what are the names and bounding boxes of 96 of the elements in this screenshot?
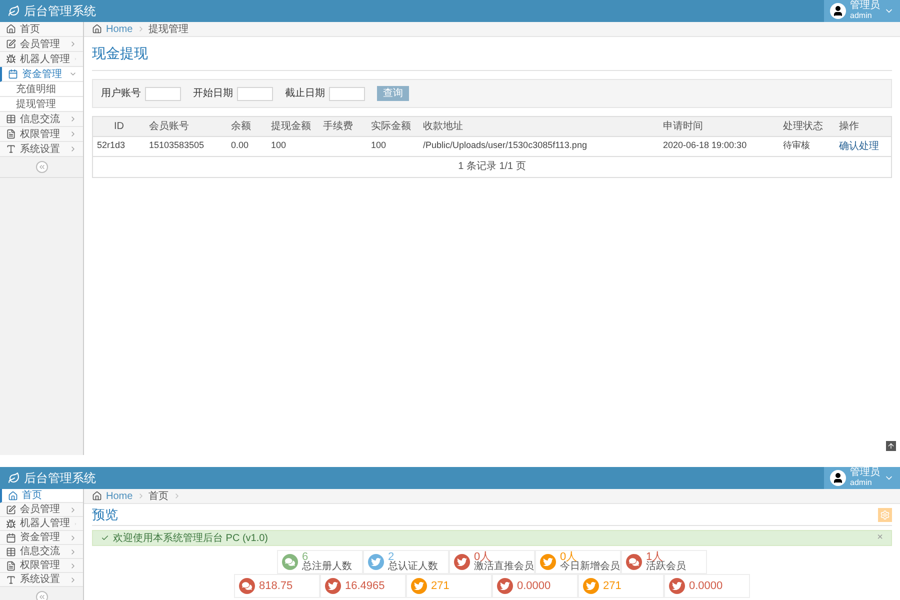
menu-icon	[6, 532, 16, 542]
alert-message: 欢迎使用本系统管理后台 PC (v1.0)	[113, 532, 268, 546]
sidebar-item[interactable]: 信息交流	[0, 545, 83, 559]
avatar-icon	[830, 3, 846, 19]
stat-value: 0.0000	[517, 581, 551, 591]
menu-icon	[6, 39, 16, 49]
breadcrumb-link[interactable]: 提现管理	[148, 22, 189, 36]
breadcrumb-link[interactable]: 首页	[148, 488, 169, 504]
column-header: 申请时间	[662, 120, 704, 134]
home-icon	[92, 24, 102, 34]
submenu-item[interactable]: 充值明细	[0, 82, 83, 97]
column-header: 收款地址	[422, 120, 464, 134]
sidebar-item[interactable]: 系统设置	[0, 573, 83, 587]
column-header: 会员账号	[148, 120, 190, 134]
stat-label: 活跃会员	[646, 562, 686, 572]
page-title: 现金提现	[92, 44, 149, 63]
app-title: 后台管理系统	[24, 3, 96, 20]
table-cell-text: 100	[370, 139, 388, 152]
action-link[interactable]: 确认处理	[835, 137, 891, 156]
stat-label: 总认证人数	[388, 562, 438, 572]
table-cell-text: 52r1d3	[96, 139, 126, 152]
page-title: 预览	[92, 506, 118, 523]
filter-label: 截止日期	[285, 86, 325, 101]
stat-value: 1人	[646, 552, 664, 562]
stat-label: 今日新增会员	[560, 562, 620, 572]
menu-icon	[6, 504, 16, 514]
submenu-item[interactable]: 提现管理	[0, 97, 83, 112]
filter-label: 开始日期	[193, 86, 233, 101]
double-chevron-icon	[38, 593, 46, 600]
sidebar-item[interactable]: 资金管理	[0, 531, 83, 545]
column-header: ID	[113, 120, 125, 134]
leaf-icon	[8, 5, 20, 17]
sidebar-item[interactable]: 权限管理	[0, 127, 83, 142]
table-cell-text: 2020-06-18 19:00:30	[662, 139, 748, 152]
collapse-toggle[interactable]	[36, 161, 48, 173]
stat-value: 6	[302, 552, 308, 562]
menu-icon	[6, 560, 16, 570]
back-to-top-button[interactable]	[886, 441, 896, 451]
table-cell-text: 100	[270, 139, 288, 152]
user-role: admin	[850, 478, 873, 488]
user-name: 管理员	[850, 468, 880, 478]
sidebar-item[interactable]: 权限管理	[0, 559, 83, 573]
sidebar-item[interactable]: 会员管理	[0, 503, 83, 517]
menu-icon	[6, 546, 16, 556]
filter-input[interactable]	[237, 86, 273, 100]
menu-icon	[8, 490, 18, 500]
leaf-icon	[8, 472, 20, 484]
table-cell-text: 15103583505	[148, 139, 206, 152]
menu-icon	[6, 574, 16, 584]
stat-value: 2	[388, 552, 394, 562]
stat-value: 0人	[474, 552, 492, 562]
home-icon	[92, 491, 102, 501]
table-cell-text: /Public/Uploads/user/1530c3085f113.png	[422, 139, 588, 152]
double-chevron-icon	[38, 163, 46, 171]
sidebar-item[interactable]: 机器人管理	[0, 52, 83, 67]
menu-icon	[6, 129, 16, 139]
menu-icon	[6, 24, 16, 34]
menu-icon	[6, 518, 16, 528]
filter-input[interactable]	[145, 86, 181, 100]
column-header: 提现金额	[270, 120, 312, 134]
sidebar-item[interactable]: 系统设置	[0, 142, 83, 157]
menu-icon	[6, 114, 16, 124]
column-header: 处理状态	[782, 120, 824, 134]
menu-icon	[6, 144, 16, 154]
stat-label: 激活直推会员	[474, 562, 534, 572]
menu-icon	[6, 54, 16, 64]
column-header: 操作	[838, 120, 860, 134]
sidebar-item[interactable]: 首页	[0, 489, 83, 503]
sidebar-item[interactable]: 首页	[0, 22, 83, 37]
user-role: admin	[850, 11, 873, 21]
user-name: 管理员	[850, 1, 880, 11]
avatar-icon	[830, 470, 846, 486]
table-cell-text: 待审核	[782, 139, 811, 152]
stat-value: 271	[431, 581, 450, 591]
stat-value: 818.75	[259, 581, 293, 591]
menu-icon	[8, 69, 18, 79]
app-title: 后台管理系统	[24, 470, 96, 487]
filter-label: 用户账号	[101, 86, 141, 101]
stat-value: 271	[603, 581, 622, 591]
stat-value: 16.4965	[345, 581, 385, 591]
stat-value: 0人	[560, 552, 578, 562]
stat-label: 总注册人数	[302, 562, 352, 572]
collapse-toggle[interactable]	[36, 591, 48, 600]
settings-button[interactable]	[878, 508, 892, 522]
stat-value: 0.0000	[689, 581, 723, 591]
column-header: 手续费	[322, 120, 354, 134]
column-header: 余额	[230, 120, 252, 134]
check-icon	[101, 534, 109, 542]
sidebar-item[interactable]: 资金管理	[0, 67, 83, 82]
column-header: 实际金额	[370, 120, 412, 134]
sidebar-item[interactable]: 会员管理	[0, 37, 83, 52]
table-cell-text: 0.00	[230, 139, 250, 152]
sidebar-item[interactable]: 信息交流	[0, 112, 83, 127]
filter-input[interactable]	[329, 86, 365, 100]
pagination-info: 1 条记录 1/1 页	[457, 160, 527, 174]
sidebar-item[interactable]: 机器人管理	[0, 517, 83, 531]
